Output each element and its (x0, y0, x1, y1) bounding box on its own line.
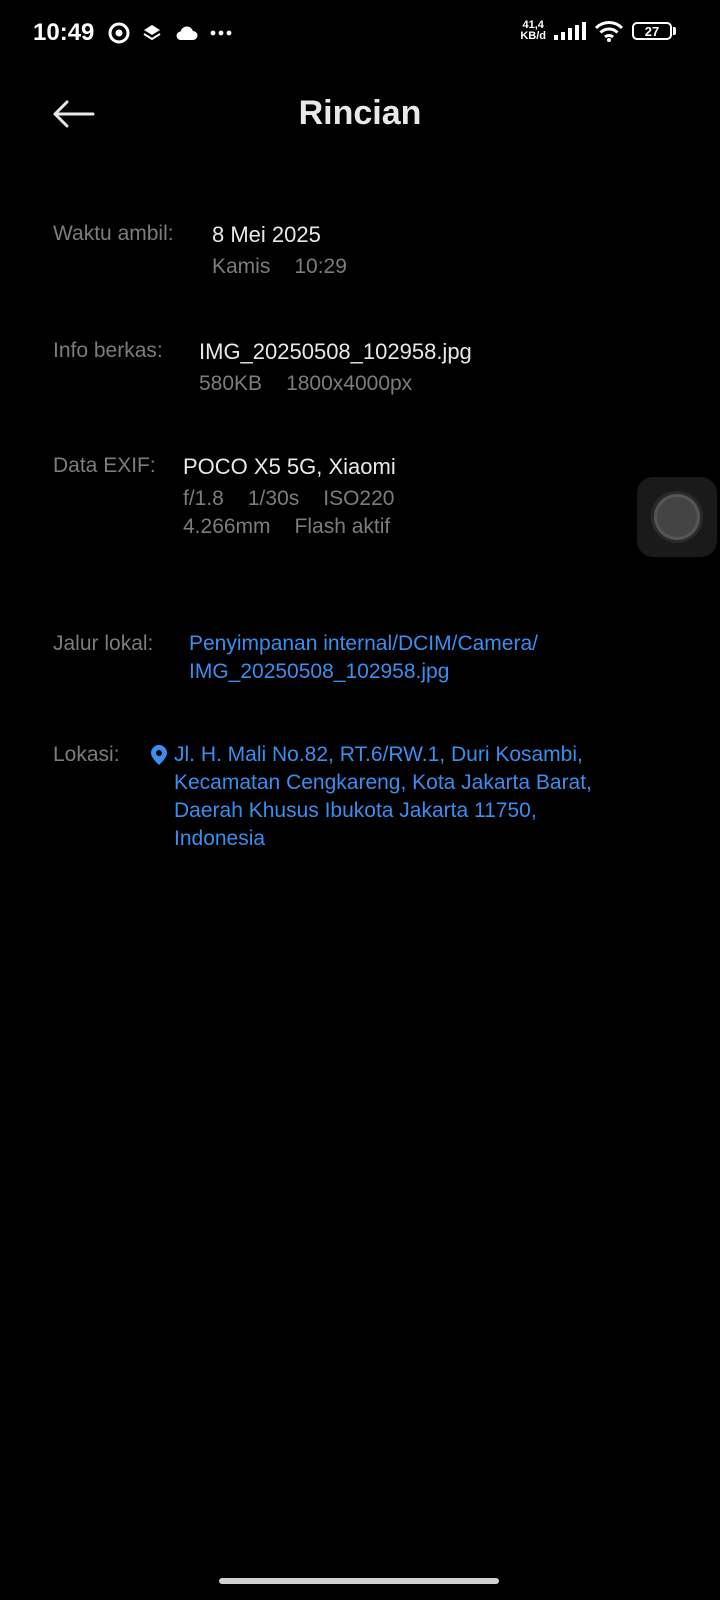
floating-assistive-button[interactable] (637, 477, 717, 557)
exif-iso: ISO220 (323, 487, 395, 510)
exif-label: Data EXIF: (53, 454, 156, 477)
layers-icon (143, 25, 161, 41)
status-right-icons: 41,4 KB/d 27 (520, 20, 676, 42)
back-button[interactable] (48, 94, 98, 134)
signal-icon (554, 22, 586, 40)
status-bar: 10:49 41,4 KB/d 27 (0, 0, 720, 70)
status-left-icons (108, 22, 232, 44)
path-line-1: Penyimpanan internal/DCIM/Camera/ (189, 632, 538, 655)
net-speed-unit: KB/d (520, 30, 546, 42)
exif-lens: 4.266mm Flash aktif (183, 515, 414, 539)
exif-device: POCO X5 5G, Xiaomi (183, 454, 396, 479)
wifi-icon (594, 21, 624, 42)
location-link[interactable]: Jl. H. Mali No.82, RT.6/RW.1, Duri Kosam… (174, 741, 592, 853)
exif-aperture: f/1.8 (183, 487, 224, 510)
path-line-2: IMG_20250508_102958.jpg (189, 660, 450, 683)
taken-day: Kamis (212, 255, 271, 278)
exif-shutter: 1/30s (247, 487, 300, 510)
home-indicator[interactable] (219, 1578, 499, 1584)
file-size: 580KB (199, 372, 263, 395)
floating-ball-icon (651, 491, 703, 543)
cloud-icon (176, 26, 198, 40)
more-dots-icon (210, 30, 232, 36)
file-resolution: 1800x4000px (286, 372, 413, 395)
exif-flash: Flash aktif (294, 515, 391, 538)
battery-level: 27 (632, 22, 672, 40)
location-line-2: Kecamatan Cengkareng, Kota Jakarta Barat… (174, 771, 592, 794)
battery-icon: 27 (632, 22, 676, 40)
status-time: 10:49 (33, 19, 95, 46)
page-title: Rincian (298, 94, 422, 132)
path-link[interactable]: Penyimpanan internal/DCIM/Camera/ IMG_20… (189, 630, 538, 686)
location-label: Lokasi: (53, 743, 120, 766)
exif-exposure: f/1.8 1/30s ISO220 (183, 487, 418, 511)
taken-subinfo: Kamis 10:29 (212, 255, 371, 279)
taken-time: 10:29 (294, 255, 347, 278)
file-label: Info berkas: (53, 339, 163, 362)
map-pin-icon (151, 745, 167, 765)
exif-focal-length: 4.266mm (183, 515, 271, 538)
net-speed: 41,4 KB/d (520, 20, 546, 42)
file-subinfo: 580KB 1800x4000px (199, 372, 436, 396)
app-bar: Rincian (0, 80, 720, 150)
location-line-1: Jl. H. Mali No.82, RT.6/RW.1, Duri Kosam… (174, 743, 583, 766)
taken-label: Waktu ambil: (53, 222, 174, 245)
location-line-4: Indonesia (174, 827, 266, 850)
location-pin-icon (108, 22, 130, 44)
taken-date: 8 Mei 2025 (212, 222, 321, 247)
back-arrow-icon (53, 100, 95, 128)
path-label: Jalur lokal: (53, 632, 154, 655)
location-line-3: Daerah Khusus Ibukota Jakarta 11750, (174, 799, 537, 822)
file-name: IMG_20250508_102958.jpg (199, 339, 472, 364)
battery-tip (673, 27, 676, 35)
